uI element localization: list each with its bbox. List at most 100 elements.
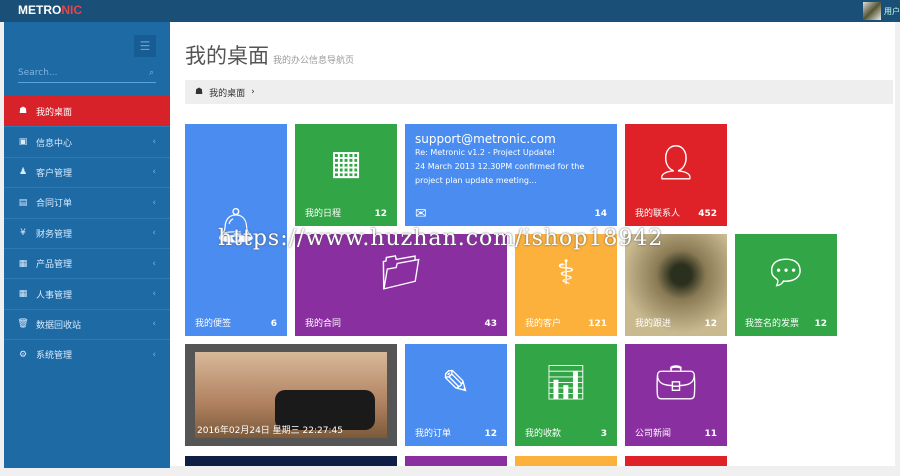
logo-text: METRO bbox=[18, 3, 62, 17]
sidebar-item-hr[interactable]: ▦ 人事管理 ‹ bbox=[4, 278, 170, 308]
trash-icon: 🗑 bbox=[17, 319, 29, 330]
sidebar-item-label: 财务管理 bbox=[36, 229, 73, 240]
sidebar-item-label: 系统管理 bbox=[36, 351, 73, 362]
sidebar-item-customers[interactable]: ♟ 客户管理 ‹ bbox=[4, 156, 170, 187]
user-name: 用户 bbox=[884, 6, 900, 16]
tile-label: 公司新闻 bbox=[635, 429, 672, 439]
tile-label: 我的跟进 bbox=[635, 319, 672, 329]
tile-partial[interactable] bbox=[515, 456, 617, 466]
sidebar: ☰ Search... ⌕ ☗ 我的桌面 ▣ 信息中心 ‹ ♟ 客户管理 ‹ ▤ 合同订单 ‹ … bbox=[4, 22, 170, 468]
tile-schedule[interactable]: ▦ 我的日程 12 bbox=[295, 124, 397, 226]
bar-chart-icon: 📊︎ bbox=[544, 362, 588, 403]
home-icon: ☗ bbox=[18, 106, 28, 117]
top-header: METRONIC 用户 bbox=[0, 0, 900, 22]
tile-count: 12 bbox=[814, 319, 827, 329]
tile-count: 14 bbox=[594, 209, 607, 219]
tile-count: 452 bbox=[698, 209, 717, 219]
tile-notes[interactable]: 🔔︎ 我的便签 6 bbox=[185, 124, 287, 336]
mail-body: project plan update meeting... bbox=[415, 176, 537, 185]
sidebar-item-label: 人事管理 bbox=[36, 290, 73, 301]
tile-photo-clock[interactable]: 2016年02月24日 星期三 22:27:45 bbox=[185, 344, 397, 446]
tile-label: 我的合同 bbox=[305, 319, 342, 329]
sidebar-item-system[interactable]: ⚙ 系统管理 ‹ bbox=[4, 339, 170, 369]
tile-count: 121 bbox=[588, 319, 607, 329]
book-icon: ▤ bbox=[18, 197, 28, 208]
sidebar-toggle-button[interactable]: ☰ bbox=[134, 35, 156, 57]
folder-icon: 📁︎ bbox=[379, 252, 423, 293]
chevron-left-icon: ‹ bbox=[152, 197, 156, 208]
sidebar-item-recycle-bin[interactable]: 🗑 数据回收站 ‹ bbox=[4, 308, 170, 339]
gear-icon: ⚙ bbox=[18, 349, 28, 360]
calendar-icon: ▦ bbox=[329, 142, 363, 183]
user-icon: 👤︎ bbox=[654, 142, 698, 183]
sidebar-item-label: 产品管理 bbox=[36, 260, 73, 271]
chevron-left-icon: ‹ bbox=[152, 228, 156, 239]
user-icon: ♟ bbox=[18, 167, 28, 178]
search-icon[interactable]: ⌕ bbox=[149, 65, 154, 81]
grid-icon: ▦ bbox=[18, 258, 28, 269]
tile-payments[interactable]: 📊︎ 我的收款 3 bbox=[515, 344, 617, 446]
mail-subject: Re: Metronic v1.2 - Project Update! bbox=[415, 148, 556, 157]
sidebar-item-label: 合同订单 bbox=[36, 199, 73, 210]
tile-contracts[interactable]: 📁︎ 我的合同 43 bbox=[295, 234, 507, 336]
sidebar-item-label: 信息中心 bbox=[36, 138, 73, 149]
envelope-icon: ✉ bbox=[415, 206, 427, 222]
tile-label: 我的收款 bbox=[525, 429, 562, 439]
tile-partial[interactable] bbox=[185, 456, 397, 466]
sidebar-menu: ☗ 我的桌面 ▣ 信息中心 ‹ ♟ 客户管理 ‹ ▤ 合同订单 ‹ ¥ 财务管理 ‹ ▦ 产品管理 ‹… bbox=[4, 96, 170, 370]
tile-followups[interactable]: 我的跟进 12 bbox=[625, 234, 727, 336]
tile-count: 12 bbox=[374, 209, 387, 219]
tile-label: 我的客户 bbox=[525, 319, 562, 329]
sidebar-item-info-center[interactable]: ▣ 信息中心 ‹ bbox=[4, 126, 170, 156]
tile-orders[interactable]: ✎ 我的订单 12 bbox=[405, 344, 507, 446]
home-icon[interactable]: ☗ bbox=[195, 87, 203, 97]
chevron-left-icon: ‹ bbox=[152, 258, 156, 269]
tile-news[interactable]: 💼︎ 公司新闻 11 bbox=[625, 344, 727, 446]
tile-invoices[interactable]: 💬︎ 我签名的发票 12 bbox=[735, 234, 837, 336]
chevron-left-icon: ‹ bbox=[152, 319, 156, 330]
yen-icon: ¥ bbox=[20, 228, 26, 239]
page-subtitle: 我的办公信息导航页 bbox=[273, 56, 355, 66]
tile-count: 12 bbox=[484, 429, 497, 439]
sidebar-item-products[interactable]: ▦ 产品管理 ‹ bbox=[4, 247, 170, 278]
tile-label: 我的订单 bbox=[415, 429, 452, 439]
logo-text-accent: NIC bbox=[61, 3, 83, 17]
tile-label: 我的联系人 bbox=[635, 209, 681, 219]
tile-count: 6 bbox=[270, 319, 277, 329]
tile-count: 3 bbox=[600, 429, 607, 439]
tile-count: 43 bbox=[484, 319, 497, 329]
tile-partial[interactable] bbox=[625, 456, 727, 466]
search-input[interactable]: Search... ⌕ bbox=[18, 65, 156, 83]
tile-label: 我的日程 bbox=[305, 209, 342, 219]
page-title: 我的桌面 我的办公信息导航页 bbox=[185, 40, 354, 70]
sidebar-item-contracts[interactable]: ▤ 合同订单 ‹ bbox=[4, 187, 170, 217]
edit-icon: ✎ bbox=[441, 362, 471, 403]
tile-label: 我的便签 bbox=[195, 319, 232, 329]
user-menu[interactable]: 用户 bbox=[863, 0, 900, 22]
sidebar-item-label: 数据回收站 bbox=[36, 320, 82, 331]
tile-mail[interactable]: support@metronic.com Re: Metronic v1.2 - … bbox=[405, 124, 617, 226]
tile-contacts[interactable]: 👤︎ 我的联系人 452 bbox=[625, 124, 727, 226]
doctor-icon: ⚕ bbox=[556, 252, 576, 293]
sidebar-item-label: 我的桌面 bbox=[36, 107, 73, 118]
tile-count: 12 bbox=[704, 319, 717, 329]
breadcrumb-item[interactable]: 我的桌面 bbox=[209, 86, 245, 99]
sidebar-item-desktop[interactable]: ☗ 我的桌面 bbox=[4, 96, 170, 127]
tile-customers[interactable]: ⚕ 我的客户 121 bbox=[515, 234, 617, 336]
tile-label: 我签名的发票 bbox=[745, 319, 800, 329]
sidebar-item-finance[interactable]: ¥ 财务管理 ‹ bbox=[4, 217, 170, 248]
avatar bbox=[863, 2, 881, 20]
chevron-left-icon: ‹ bbox=[152, 289, 156, 300]
grid-icon: ▦ bbox=[18, 289, 28, 300]
page-title-text: 我的桌面 bbox=[185, 44, 269, 68]
logo[interactable]: METRONIC bbox=[18, 3, 82, 17]
search-placeholder: Search... bbox=[18, 68, 58, 78]
breadcrumb: ☗ 我的桌面 › bbox=[185, 80, 893, 104]
chat-icon: 💬︎ bbox=[764, 252, 808, 293]
tile-partial[interactable] bbox=[405, 456, 507, 466]
datetime-text: 2016年02月24日 星期三 22:27:45 bbox=[197, 426, 343, 436]
briefcase-icon: 💼︎ bbox=[654, 362, 698, 403]
info-icon: ▣ bbox=[18, 137, 28, 148]
tile-count: 11 bbox=[704, 429, 717, 439]
chevron-right-icon: › bbox=[251, 87, 255, 97]
